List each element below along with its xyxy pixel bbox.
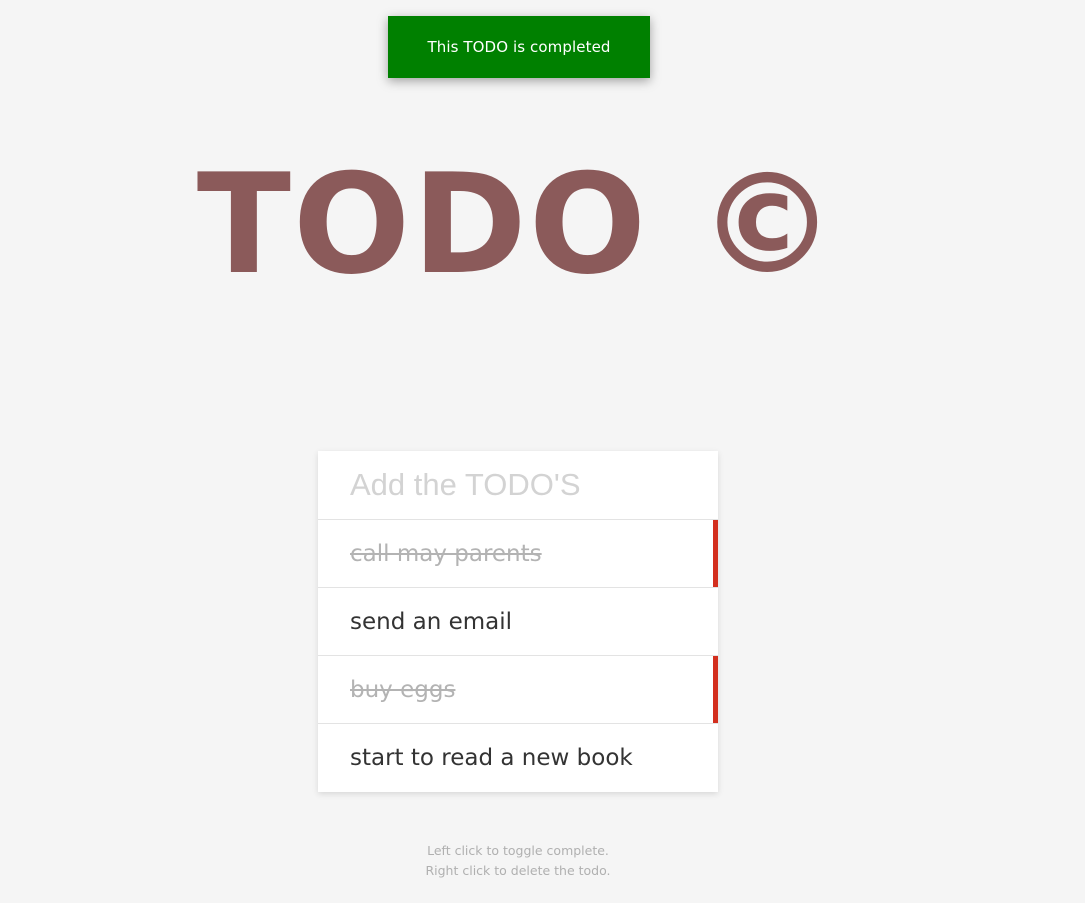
- todo-item-text: call may parents: [350, 540, 542, 567]
- todo-item[interactable]: buy eggs: [318, 656, 718, 724]
- todo-item[interactable]: start to read a new book: [318, 724, 718, 792]
- todo-list: call may parents send an email buy eggs …: [318, 520, 718, 792]
- todo-item[interactable]: call may parents: [318, 520, 718, 588]
- todo-card: call may parents send an email buy eggs …: [318, 451, 718, 792]
- todo-item-text: start to read a new book: [350, 745, 633, 771]
- usage-hint: Left click to toggle complete. Right cli…: [318, 841, 718, 881]
- hint-line-toggle: Left click to toggle complete.: [427, 843, 609, 858]
- add-todo-input[interactable]: [318, 451, 718, 520]
- todo-item[interactable]: send an email: [318, 588, 718, 656]
- toast-notification: This TODO is completed: [388, 16, 650, 78]
- todo-item-text: send an email: [350, 608, 513, 635]
- todo-item-text: buy eggs: [350, 676, 456, 703]
- page-title: TODO ©: [196, 144, 839, 305]
- toast-message: This TODO is completed: [427, 38, 611, 56]
- hint-line-delete: Right click to delete the todo.: [425, 863, 611, 878]
